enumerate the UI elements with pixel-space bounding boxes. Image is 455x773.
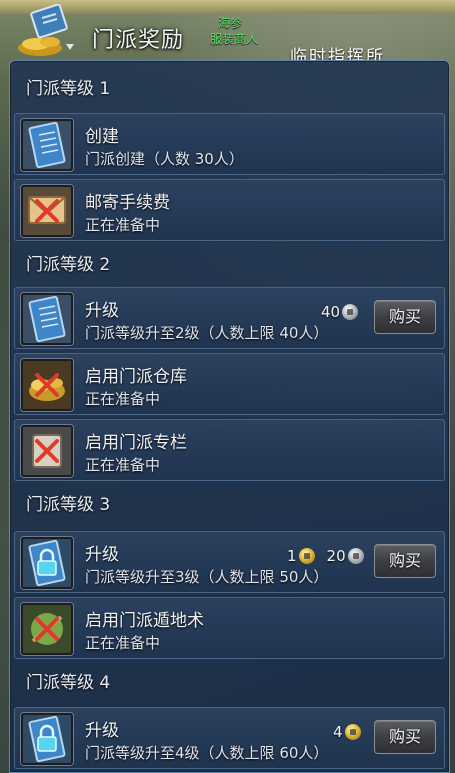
price-display: 1 20 [287, 546, 364, 566]
npc-name-label: 海参 [218, 16, 243, 30]
guild-reward-icon [12, 3, 82, 60]
reward-desc: 门派等级升至4级（人数上限 60人） [85, 744, 329, 762]
section-header-level-2: 门派等级 2 [26, 255, 111, 275]
reward-title: 邮寄手续费 [85, 193, 170, 213]
reward-row-guild-column[interactable]: 启用门派专栏 正在准备中 [14, 419, 445, 481]
reward-desc: 门派等级升至3级（人数上限 50人） [85, 568, 329, 586]
section-header-level-4: 门派等级 4 [26, 673, 111, 693]
reward-title: 启用门派仓库 [85, 367, 187, 387]
window-title: 门派奖励 [92, 28, 185, 53]
npc-role-label: 服装商人 [210, 32, 259, 46]
reward-title: 升级 [85, 545, 119, 565]
reward-desc: 正在准备中 [85, 634, 161, 652]
gold-amount: 1 [287, 547, 297, 565]
buy-button[interactable]: 购买 [374, 544, 436, 578]
lock-scroll-icon [21, 713, 73, 765]
reward-row-mail-fee[interactable]: 邮寄手续费 正在准备中 [14, 179, 445, 241]
buy-button[interactable]: 购买 [374, 720, 436, 754]
price-display: 40 [321, 302, 359, 322]
reward-desc: 正在准备中 [85, 216, 161, 234]
locked-x-icon [21, 359, 73, 411]
reward-row-create[interactable]: 创建 门派创建（人数 30人） [14, 113, 445, 175]
reward-title: 启用门派专栏 [85, 433, 187, 453]
price-display: 4 [333, 722, 361, 742]
buy-button[interactable]: 购买 [374, 300, 436, 334]
reward-row-upgrade-3[interactable]: 升级 门派等级升至3级（人数上限 50人） 1 20 购买 [14, 531, 445, 593]
reward-desc: 门派创建（人数 30人） [85, 150, 244, 168]
silver-coin-icon [342, 304, 359, 320]
locked-x-icon [21, 425, 73, 477]
reward-title: 启用门派遁地术 [85, 611, 204, 631]
guild-reward-panel[interactable]: 门派等级 1 创建 门派创建（人数 30人） 邮寄手续费 正在准备中 门派等级 … [9, 60, 450, 773]
section-header-level-1: 门派等级 1 [26, 79, 111, 99]
silver-amount: 40 [321, 303, 341, 321]
gold-amount: 4 [333, 723, 343, 741]
reward-row-guild-storage[interactable]: 启用门派仓库 正在准备中 [14, 353, 445, 415]
scroll-icon [21, 293, 73, 345]
reward-desc: 正在准备中 [85, 456, 161, 474]
reward-row-guild-dig[interactable]: 启用门派遁地术 正在准备中 [14, 597, 445, 659]
gold-coin-icon [298, 548, 315, 564]
reward-row-upgrade-2[interactable]: 升级 门派等级升至2级（人数上限 40人） 40 购买 [14, 287, 445, 349]
section-header-level-3: 门派等级 3 [26, 495, 111, 515]
scroll-icon [21, 119, 73, 171]
reward-desc: 门派等级升至2级（人数上限 40人） [85, 324, 329, 342]
locked-x-icon [21, 603, 73, 655]
reward-title: 升级 [85, 301, 119, 321]
reward-title: 升级 [85, 721, 119, 741]
window-header: 门派奖励 海参 服装商人 临时指挥所 [0, 0, 455, 67]
silver-coin-icon [347, 548, 364, 564]
gold-coin-icon [344, 724, 361, 740]
silver-amount: 20 [326, 547, 346, 565]
reward-desc: 正在准备中 [85, 390, 161, 408]
reward-title: 创建 [85, 127, 119, 147]
reward-row-upgrade-4[interactable]: 升级 门派等级升至4级（人数上限 60人） 4 购买 [14, 707, 445, 769]
lock-scroll-icon [21, 537, 73, 589]
locked-x-icon [21, 185, 73, 237]
